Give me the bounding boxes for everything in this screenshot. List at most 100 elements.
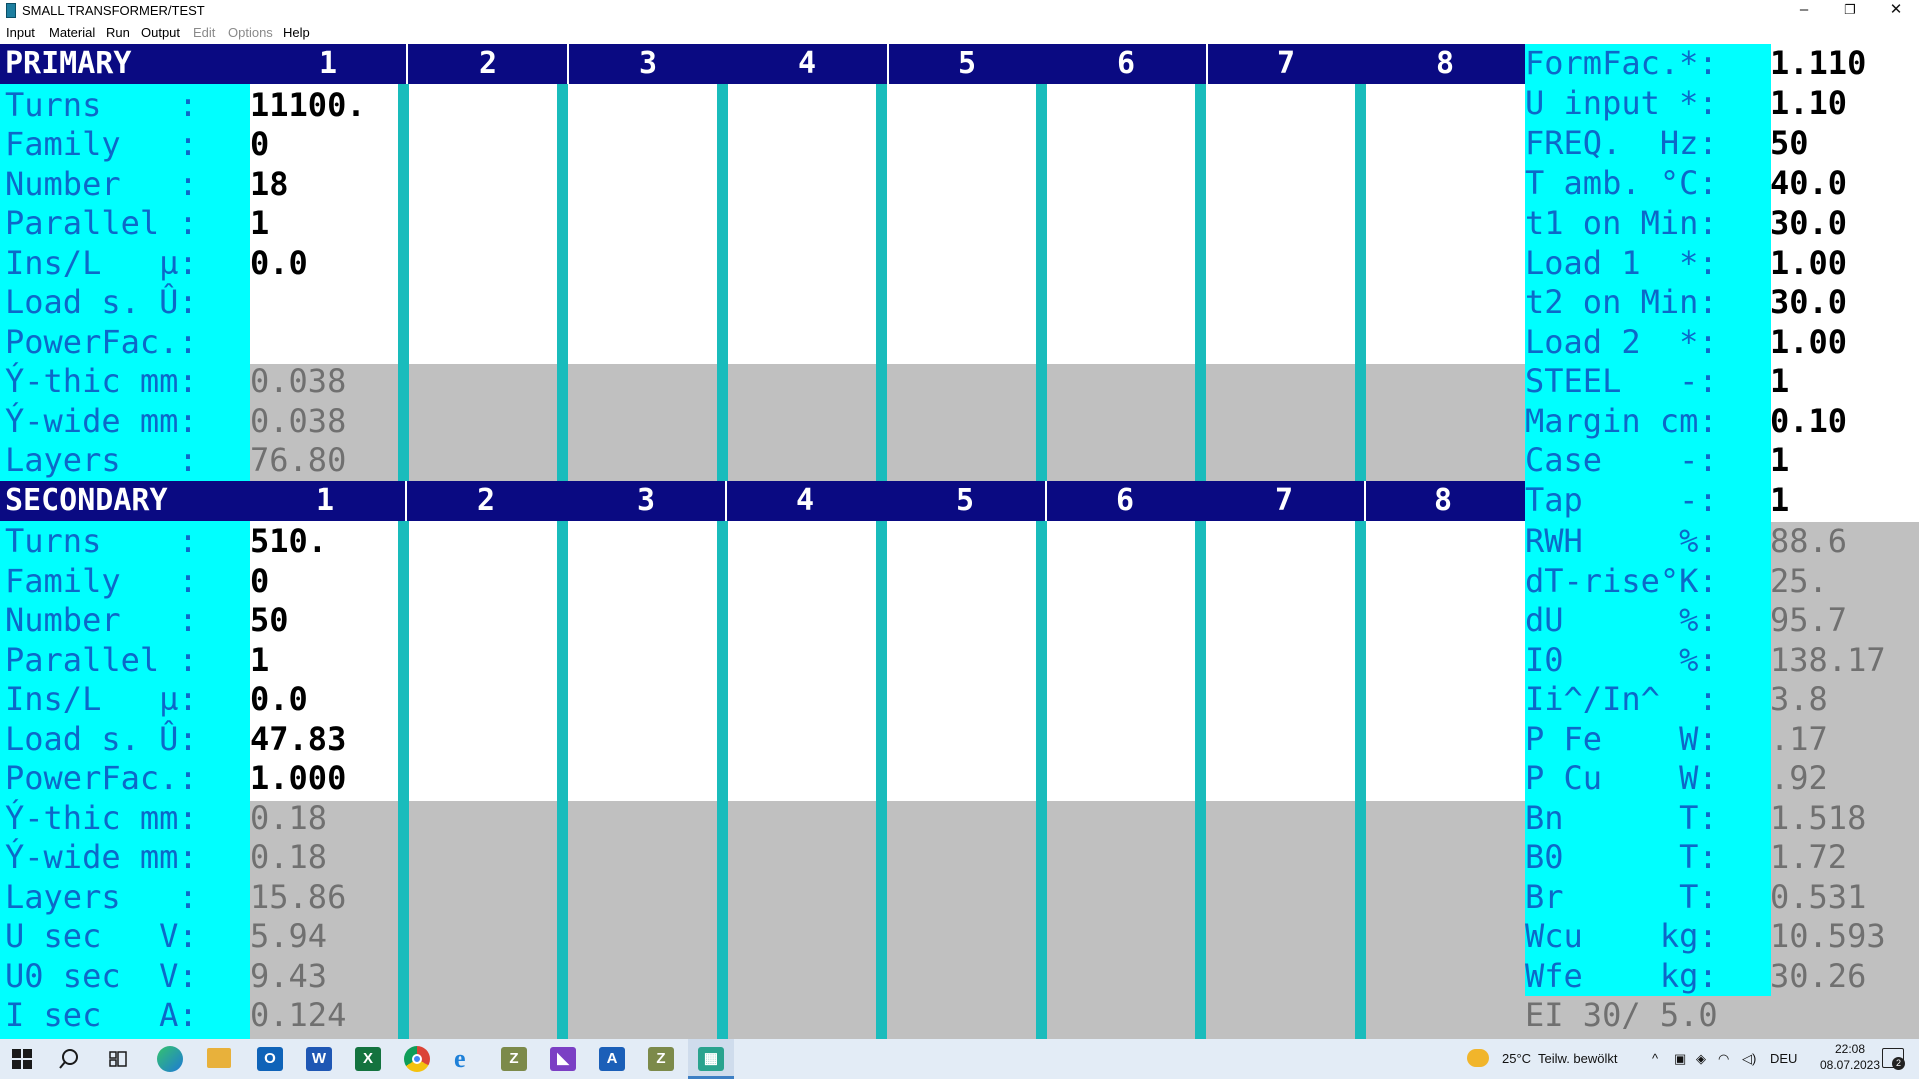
minimize-button[interactable]: –: [1781, 0, 1827, 22]
primary-label-turns: Turns :: [5, 86, 198, 124]
i0-value: 138.17: [1770, 641, 1886, 679]
secondary-col-2[interactable]: 2: [416, 481, 556, 521]
primary-col-5[interactable]: 5: [897, 44, 1037, 84]
primary-col-4[interactable]: 4: [737, 44, 877, 84]
uinput-input[interactable]: 1.10: [1770, 84, 1847, 123]
secondary-col-6[interactable]: 6: [1055, 481, 1195, 521]
excel-icon[interactable]: X: [355, 1047, 381, 1071]
secondary-col-4[interactable]: 4: [735, 481, 875, 521]
windows-start-icon[interactable]: [12, 1049, 32, 1069]
freq-input[interactable]: 50: [1770, 124, 1809, 163]
column-divider: [557, 84, 568, 481]
formfac-input[interactable]: 1.110: [1770, 44, 1866, 83]
primary-label-insl: Ins/L µ:: [5, 244, 198, 282]
secondary-label-parallel: Parallel :: [5, 641, 198, 679]
active-app-slot[interactable]: ▦: [688, 1039, 734, 1079]
file-explorer-icon[interactable]: [207, 1048, 231, 1068]
primary-calc-bg: [250, 364, 1525, 481]
menu-material[interactable]: Material: [49, 25, 95, 40]
taskbar: O W X e Z ◣ A Z ▦ 25°C Teilw. bewölkt ^ …: [0, 1039, 1919, 1079]
tap-input[interactable]: 1: [1770, 481, 1789, 520]
setting-label-tamb: T amb. °C:: [1525, 164, 1718, 202]
secondary-usec-value: 5.94: [250, 917, 328, 955]
zip-app-icon[interactable]: Z: [501, 1047, 527, 1071]
word-icon[interactable]: W: [306, 1047, 332, 1071]
chrome-icon[interactable]: [404, 1046, 430, 1072]
load1-input[interactable]: 1.00: [1770, 244, 1847, 283]
primary-col-8[interactable]: 8: [1375, 44, 1515, 84]
primary-label-family: Family :: [5, 125, 198, 163]
primary-insl-input[interactable]: 0.0: [250, 244, 308, 283]
secondary-col-5[interactable]: 5: [895, 481, 1035, 521]
close-button[interactable]: ✕: [1873, 0, 1919, 22]
wfe-value: 30.26: [1770, 957, 1867, 995]
zip-app-icon-2[interactable]: Z: [648, 1047, 674, 1071]
t2-input[interactable]: 30.0: [1770, 283, 1847, 322]
primary-col-2[interactable]: 2: [418, 44, 558, 84]
menu-help[interactable]: Help: [283, 25, 310, 40]
secondary-powerfac-input[interactable]: 1.000: [250, 759, 346, 798]
edge-icon[interactable]: [157, 1046, 183, 1072]
secondary-isec-value: 0.124: [250, 996, 347, 1034]
steel-input[interactable]: 1: [1770, 362, 1789, 401]
visual-studio-icon[interactable]: ◣: [550, 1047, 576, 1071]
secondary-col-3[interactable]: 3: [576, 481, 716, 521]
chevron-up-icon[interactable]: ^: [1652, 1039, 1658, 1079]
column-divider: [717, 84, 728, 481]
internet-explorer-icon[interactable]: e: [454, 1045, 466, 1073]
volume-icon[interactable]: ◁): [1742, 1039, 1756, 1079]
azure-app-icon[interactable]: A: [599, 1047, 625, 1071]
primary-col-6[interactable]: 6: [1056, 44, 1196, 84]
secondary-col-8[interactable]: 8: [1373, 481, 1513, 521]
primary-turns-input[interactable]: 11100.: [250, 86, 366, 125]
tamb-input[interactable]: 40.0: [1770, 164, 1847, 203]
secondary-label-family: Family :: [5, 562, 198, 600]
t1-input[interactable]: 30.0: [1770, 204, 1847, 243]
maximize-button[interactable]: ❐: [1827, 0, 1873, 22]
secondary-label-isec: I sec A:: [5, 996, 198, 1034]
primary-parallel-input[interactable]: 1: [250, 204, 269, 243]
weather-text[interactable]: 25°C Teilw. bewölkt: [1502, 1039, 1618, 1079]
primary-col-7[interactable]: 7: [1216, 44, 1356, 84]
primary-label-thick: Ý-thic mm:: [5, 362, 198, 400]
case-input[interactable]: 1: [1770, 441, 1789, 480]
secondary-turns-input[interactable]: 510.: [250, 522, 327, 561]
secondary-label-wide: Ý-wide mm:: [5, 838, 198, 876]
window-title: SMALL TRANSFORMER/TEST: [22, 3, 205, 18]
iiin-value: 3.8: [1770, 680, 1828, 718]
primary-family-input[interactable]: 0: [250, 125, 269, 164]
primary-number-input[interactable]: 18: [250, 165, 289, 204]
menu-options[interactable]: Options: [228, 25, 273, 40]
secondary-parallel-input[interactable]: 1: [250, 641, 269, 680]
load2-input[interactable]: 1.00: [1770, 323, 1847, 362]
margin-input[interactable]: 0.10: [1770, 402, 1847, 441]
column-divider: [398, 84, 409, 481]
secondary-number-input[interactable]: 50: [250, 601, 289, 640]
menu-input[interactable]: Input: [6, 25, 35, 40]
menu-output[interactable]: Output: [141, 25, 180, 40]
result-label-pcu: P Cu W:: [1525, 759, 1718, 797]
security-icon[interactable]: ◈: [1696, 1039, 1706, 1079]
task-view-icon[interactable]: [108, 1049, 128, 1069]
wifi-icon[interactable]: ◠: [1718, 1039, 1729, 1079]
secondary-family-input[interactable]: 0: [250, 562, 269, 601]
search-icon[interactable]: [58, 1048, 80, 1070]
secondary-col-7[interactable]: 7: [1214, 481, 1354, 521]
rwh-value: 88.6: [1770, 522, 1848, 560]
weather-icon[interactable]: [1467, 1049, 1489, 1067]
network-share-icon[interactable]: ▣: [1674, 1039, 1686, 1079]
primary-col-3[interactable]: 3: [578, 44, 718, 84]
language-indicator[interactable]: DEU: [1770, 1039, 1797, 1079]
secondary-load-input[interactable]: 47.83: [250, 720, 346, 759]
secondary-label-load: Load s. Û:: [5, 720, 198, 758]
primary-col-1[interactable]: 1: [258, 44, 398, 84]
secondary-col-1[interactable]: 1: [255, 481, 395, 521]
notification-icon[interactable]: 2: [1882, 1048, 1905, 1070]
menu-edit[interactable]: Edit: [193, 25, 215, 40]
secondary-insl-input[interactable]: 0.0: [250, 680, 308, 719]
result-label-wcu: Wcu kg:: [1525, 917, 1718, 955]
secondary-label-insl: Ins/L µ:: [5, 680, 198, 718]
menu-run[interactable]: Run: [106, 25, 130, 40]
clock[interactable]: 22:08 08.07.2023: [1810, 1041, 1890, 1073]
outlook-icon[interactable]: O: [257, 1047, 283, 1071]
